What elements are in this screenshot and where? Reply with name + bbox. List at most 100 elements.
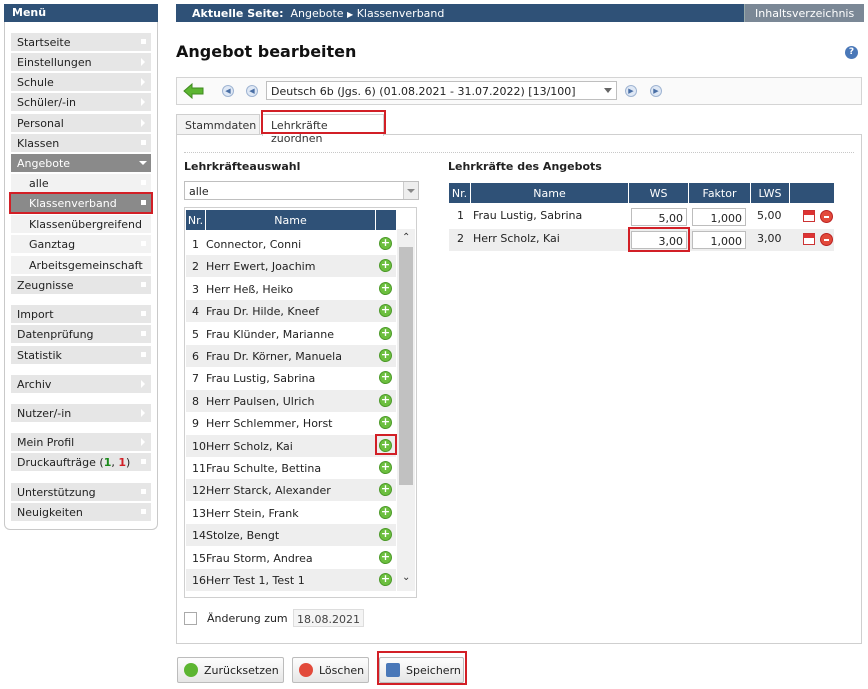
column-header-faktor: Faktor [689, 183, 750, 203]
list-item: 3 Herr Heß, Heiko + [192, 280, 392, 296]
next-record-icon[interactable]: ▶ [625, 85, 637, 97]
add-icon[interactable]: + [379, 416, 392, 430]
sidebar-subitem-klassenuebergreifend[interactable]: Klassenübergreifend [11, 215, 151, 233]
scroll-up-icon[interactable]: ⌃ [402, 232, 410, 243]
ws-input[interactable]: 3,00 [631, 231, 687, 249]
sidebar-item-einstellungen[interactable]: Einstellungen [11, 53, 151, 71]
add-icon[interactable]: + [379, 237, 392, 250]
column-header-nr: Nr. [449, 183, 470, 203]
sidebar-subitem-alle[interactable]: alle [11, 174, 151, 192]
list-item: 5 Frau Klünder, Marianne + [192, 325, 392, 341]
faktor-input[interactable]: 1,000 [692, 231, 746, 249]
ws-input[interactable]: 5,00 [631, 208, 687, 226]
sidebar-item-neuigkeiten[interactable]: Neuigkeiten [11, 503, 151, 521]
breadcrumb-separator-icon: ▶ [347, 10, 354, 19]
sidebar-item-datenpruefung[interactable]: Datenprüfung [11, 325, 151, 343]
list-item: 11Frau Schulte, Bettina + [192, 460, 392, 475]
remove-icon[interactable] [820, 233, 833, 246]
change-date-field[interactable]: 18.08.2021 [293, 609, 364, 627]
last-record-icon[interactable]: ▶ [650, 85, 662, 97]
list-item: 15Frau Storm, Andrea + [192, 549, 392, 565]
add-icon[interactable]: + [379, 483, 392, 497]
column-header-nr: Nr. [186, 210, 205, 230]
teacher-filter-select[interactable]: alle [184, 181, 419, 200]
offer-select[interactable]: Deutsch 6b (Jgs. 6) (01.08.2021 - 31.07.… [266, 81, 617, 100]
sidebar-item-druckauftraege[interactable]: Druckaufträge (1, 1) [11, 453, 151, 471]
menu-title: Menü [4, 4, 158, 22]
chevron-down-icon [139, 161, 147, 165]
add-icon[interactable]: + [379, 259, 392, 273]
help-icon[interactable]: ? [845, 46, 858, 59]
add-icon[interactable]: + [379, 326, 392, 340]
column-header-name: Name [206, 210, 375, 230]
sidebar-subitem-ganztag[interactable]: Ganztag [11, 235, 151, 253]
list-item: 10Herr Scholz, Kai + [186, 434, 396, 457]
change-label: Änderung zum [207, 612, 288, 625]
list-item: 8 Herr Paulsen, Ulrich + [186, 389, 396, 412]
list-item: 7 Frau Lustig, Sabrina + [192, 370, 392, 386]
sidebar-item-klassen[interactable]: Klassen [11, 134, 151, 152]
list-item: 1 Connector, Conni + [192, 236, 392, 251]
add-icon[interactable]: + [379, 304, 392, 318]
list-item: 6 Frau Dr. Körner, Manuela + [186, 345, 396, 367]
delete-button[interactable]: Löschen [292, 657, 369, 683]
save-icon [386, 663, 400, 677]
tab-lehrkraefte-zuordnen[interactable]: Lehrkräfte zuordnen [262, 114, 384, 145]
list-item: 9 Herr Schlemmer, Horst + [192, 415, 392, 431]
add-icon[interactable]: + [379, 438, 392, 452]
sidebar-item-angebote[interactable]: Angebote [11, 154, 151, 172]
toc-button[interactable]: Inhaltsverzeichnis [744, 4, 864, 22]
first-record-icon[interactable]: ◀ [222, 85, 234, 97]
sidebar-item-schule[interactable]: Schule [11, 73, 151, 91]
sidebar-item-personal[interactable]: Personal [11, 114, 151, 132]
sidebar-item-startseite[interactable]: Startseite [11, 33, 151, 51]
remove-icon[interactable] [820, 210, 833, 223]
sidebar-item-import[interactable]: Import [11, 305, 151, 323]
calendar-icon[interactable] [803, 210, 815, 222]
add-icon[interactable]: + [379, 550, 392, 564]
add-icon[interactable]: + [379, 505, 392, 519]
chevron-down-icon [604, 88, 612, 93]
list-item: 4 Frau Dr. Hilde, Kneef + [186, 300, 396, 323]
divider [184, 152, 854, 153]
list-item: 12Herr Starck, Alexander + [186, 479, 396, 502]
sidebar-item-nutzer[interactable]: Nutzer/-in [11, 404, 151, 422]
scrollbar-thumb[interactable] [399, 247, 413, 485]
add-icon[interactable]: + [379, 528, 392, 542]
print-jobs-count-open: 1 [118, 456, 127, 469]
sidebar-item-schueler[interactable]: Schüler/-in [11, 93, 151, 111]
sidebar-item-statistik[interactable]: Statistik [11, 346, 151, 364]
change-checkbox[interactable] [184, 612, 197, 625]
reset-button[interactable]: Zurücksetzen [177, 657, 284, 683]
column-header-lws: LWS [751, 183, 789, 203]
add-icon[interactable]: + [379, 461, 392, 474]
tab-stammdaten[interactable]: Stammdaten [176, 114, 260, 135]
sidebar-subitem-arbeitsgemeinschaft[interactable]: Arbeitsgemeinschaft [11, 256, 151, 274]
calendar-icon[interactable] [803, 233, 815, 245]
add-icon[interactable]: + [379, 573, 392, 586]
back-arrow-icon[interactable] [183, 83, 205, 99]
column-header-action [376, 210, 396, 230]
sidebar-item-zeugnisse[interactable]: Zeugnisse [11, 276, 151, 294]
faktor-input[interactable]: 1,000 [692, 208, 746, 226]
add-icon[interactable]: + [379, 281, 392, 295]
scroll-down-icon[interactable]: ⌄ [402, 572, 410, 583]
sidebar-item-archiv[interactable]: Archiv [11, 375, 151, 393]
section-title-lehrkraefte-des-angebots: Lehrkräfte des Angebots [448, 160, 602, 173]
reset-icon [184, 663, 198, 677]
breadcrumb-klassenverband: Klassenverband [356, 7, 445, 20]
column-header-actions [790, 183, 834, 203]
section-title-lehrkraefteauswahl: Lehrkräfteauswahl [184, 160, 301, 173]
column-header-name: Name [471, 183, 628, 203]
delete-icon [299, 663, 313, 677]
add-icon[interactable]: + [379, 393, 392, 407]
sidebar-item-mein-profil[interactable]: Mein Profil [11, 433, 151, 451]
add-icon[interactable]: + [379, 349, 392, 362]
page-title: Angebot bearbeiten [176, 42, 357, 61]
sidebar-subitem-klassenverband[interactable]: Klassenverband [11, 194, 151, 212]
sidebar-item-unterstuetzung[interactable]: Unterstützung [11, 483, 151, 501]
breadcrumb-angebote[interactable]: Angebote [290, 7, 343, 20]
add-icon[interactable]: + [379, 371, 392, 385]
previous-record-icon[interactable]: ◀ [246, 85, 258, 97]
save-button[interactable]: Speichern [379, 657, 464, 683]
